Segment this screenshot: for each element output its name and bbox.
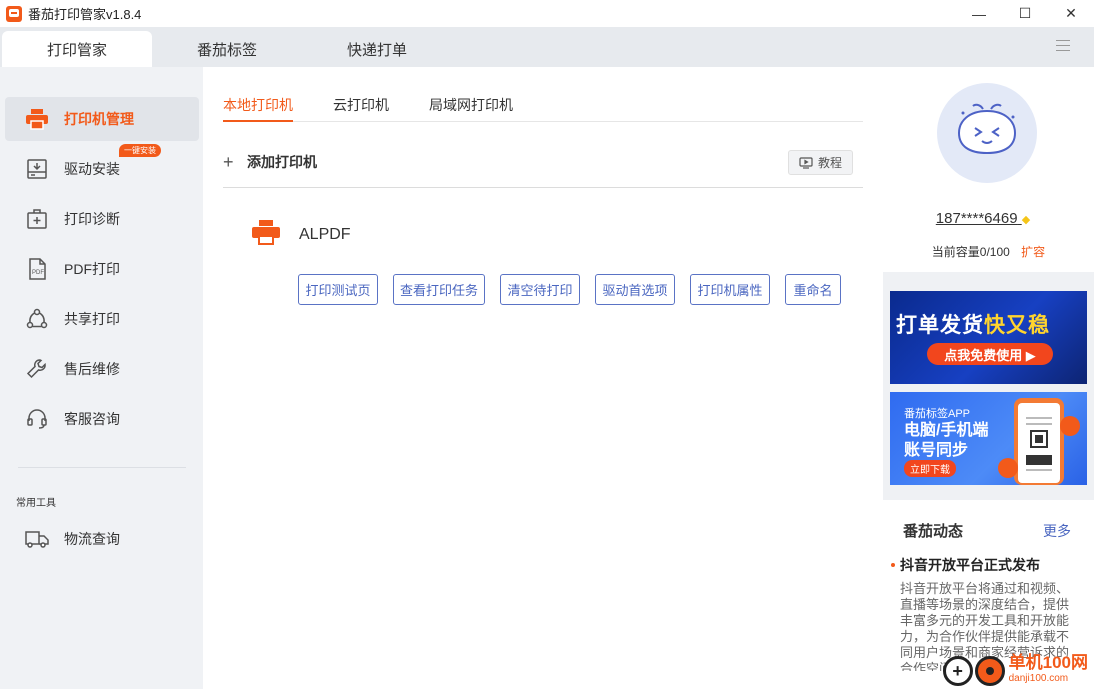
- watermark-plus-icon: +: [942, 656, 973, 686]
- sidebar-item-label: 打印机管理: [64, 111, 134, 127]
- banner2-title: 电脑/手机端账号同步: [904, 422, 989, 459]
- banner1-title: 打单发货快又稳: [896, 314, 1050, 337]
- main-panel: 本地打印机 云打印机 局域网打印机 + 添加打印机 教程 ALPDF 打印测试页…: [203, 67, 883, 689]
- sidebar-item-after-sales[interactable]: 售后维修: [5, 347, 199, 391]
- sidebar-item-customer-service[interactable]: 客服咨询: [5, 397, 199, 441]
- sidebar-divider: [18, 467, 186, 468]
- ad-banner-app[interactable]: 番茄标签APP 电脑/手机端账号同步 立即下载: [890, 392, 1087, 485]
- one-click-install-badge: 一键安装: [119, 144, 161, 157]
- tab-print-manager[interactable]: 打印管家: [2, 31, 152, 67]
- news-headline[interactable]: 抖音开放平台正式发布: [900, 555, 1040, 575]
- tutorial-label: 教程: [817, 156, 842, 170]
- clear-pending-button[interactable]: 清空待打印: [500, 274, 580, 305]
- banner2-download-button[interactable]: 立即下载: [904, 460, 956, 477]
- minimize-button[interactable]: —: [956, 0, 1002, 27]
- expand-capacity-link[interactable]: 扩容: [1021, 245, 1045, 259]
- printer-icon: [25, 108, 49, 130]
- sidebar-item-label: 共享打印: [64, 311, 120, 327]
- top-tab-bar: 打印管家 番茄标签 快递打单: [0, 27, 1094, 67]
- sidebar-item-pdf-print[interactable]: PDF PDF打印: [5, 247, 199, 291]
- banner1-cta-button[interactable]: 点我免费使用 ▶: [927, 343, 1053, 365]
- news-bullet: [891, 563, 895, 567]
- add-printer-label: 添加打印机: [247, 154, 317, 170]
- wrench-icon: [25, 358, 49, 380]
- watermark-url: danji100.com: [1008, 673, 1069, 684]
- truck-icon: [25, 528, 49, 550]
- capacity-text: 当前容量0/100: [931, 245, 1010, 259]
- hamburger-menu-icon[interactable]: [1056, 40, 1070, 52]
- printer-name: ALPDF: [299, 226, 351, 243]
- video-icon: [799, 156, 813, 169]
- sidebar-item-driver-install[interactable]: 驱动安装 一键安装: [5, 144, 199, 191]
- active-subtab-indicator: [223, 120, 293, 122]
- sidebar-item-label: 客服咨询: [64, 411, 120, 427]
- plus-icon: +: [223, 152, 234, 172]
- printer-device-icon: [251, 219, 281, 245]
- add-printer-divider: [223, 187, 863, 188]
- subtab-local-printer[interactable]: 本地打印机: [223, 95, 293, 115]
- print-test-page-button[interactable]: 打印测试页: [298, 274, 378, 305]
- news-title: 番茄动态: [903, 523, 964, 540]
- news-more-link[interactable]: 更多: [1043, 521, 1071, 541]
- sidebar-item-label: PDF打印: [64, 261, 120, 277]
- banner2-subtitle: 番茄标签APP: [904, 408, 971, 420]
- headset-icon: [25, 408, 49, 430]
- diagnose-icon: [25, 208, 49, 230]
- share-icon: [25, 308, 49, 330]
- profile-card: 187****6469 ◆ 当前容量0/100 扩容: [883, 67, 1094, 272]
- printer-properties-button[interactable]: 打印机属性: [690, 274, 770, 305]
- svg-text:PDF: PDF: [32, 270, 44, 276]
- tab-express-waybill[interactable]: 快递打单: [302, 31, 452, 67]
- phone-illustration: [1014, 398, 1064, 485]
- capacity-row: 当前容量0/100 扩容: [883, 243, 1094, 260]
- sidebar-item-label: 售后维修: [64, 361, 120, 377]
- news-card: 番茄动态 更多 抖音开放平台正式发布 抖音开放平台将通过和视频、直播等场景的深度…: [883, 500, 1094, 689]
- maximize-button[interactable]: ☐: [1002, 0, 1048, 27]
- subtab-lan-printer[interactable]: 局域网打印机: [429, 95, 513, 115]
- add-printer-button[interactable]: + 添加打印机: [223, 152, 317, 172]
- sidebar-item-label: 物流查询: [64, 531, 120, 547]
- sidebar-item-printer-management[interactable]: 打印机管理: [5, 97, 199, 141]
- common-tools-heading: 常用工具: [16, 498, 56, 509]
- watermark-dot-icon: [974, 656, 1005, 686]
- rename-button[interactable]: 重命名: [785, 274, 841, 305]
- view-print-jobs-button[interactable]: 查看打印任务: [393, 274, 485, 305]
- tab-tomato-label[interactable]: 番茄标签: [152, 31, 302, 67]
- sidebar: 打印机管理 驱动安装 一键安装 打印诊断 PDF PDF打印 共享打印 售后维修: [0, 67, 203, 689]
- sidebar-item-label: 驱动安装: [64, 161, 120, 177]
- diamond-vip-icon: ◆: [1021, 214, 1031, 226]
- app-logo-icon: [6, 5, 22, 22]
- sidebar-item-logistics-query[interactable]: 物流查询: [5, 517, 199, 561]
- sidebar-item-share-print[interactable]: 共享打印: [5, 297, 199, 341]
- watermark-text: 单机100网: [1008, 653, 1088, 672]
- window-title: 番茄打印管家v1.8.4: [28, 7, 142, 22]
- driver-preferences-button[interactable]: 驱动首选项: [595, 274, 675, 305]
- tutorial-button[interactable]: 教程: [788, 150, 853, 175]
- close-button[interactable]: ✕: [1048, 0, 1094, 27]
- sidebar-item-print-diagnose[interactable]: 打印诊断: [5, 197, 199, 241]
- sidebar-item-label: 打印诊断: [64, 211, 120, 227]
- pdf-icon: PDF: [25, 258, 49, 280]
- right-panel: 187****6469 ◆ 当前容量0/100 扩容 打单发货快又稳 点我免费使…: [883, 67, 1094, 689]
- avatar[interactable]: [937, 83, 1037, 183]
- username[interactable]: 187****6469 ◆: [883, 210, 1083, 227]
- title-bar: 番茄打印管家v1.8.4 — ☐ ✕: [0, 0, 1094, 27]
- ad-banner-shipping[interactable]: 打单发货快又稳 点我免费使用 ▶: [890, 291, 1087, 384]
- watermark: + 单机100网 danji100.com: [942, 653, 1088, 687]
- apple-logo-icon: [998, 458, 1018, 478]
- android-logo-icon: [1060, 416, 1080, 436]
- subtab-cloud-printer[interactable]: 云打印机: [333, 95, 389, 115]
- subtab-divider: [223, 121, 863, 122]
- driver-install-icon: [25, 158, 49, 180]
- window-controls: — ☐ ✕: [956, 0, 1094, 27]
